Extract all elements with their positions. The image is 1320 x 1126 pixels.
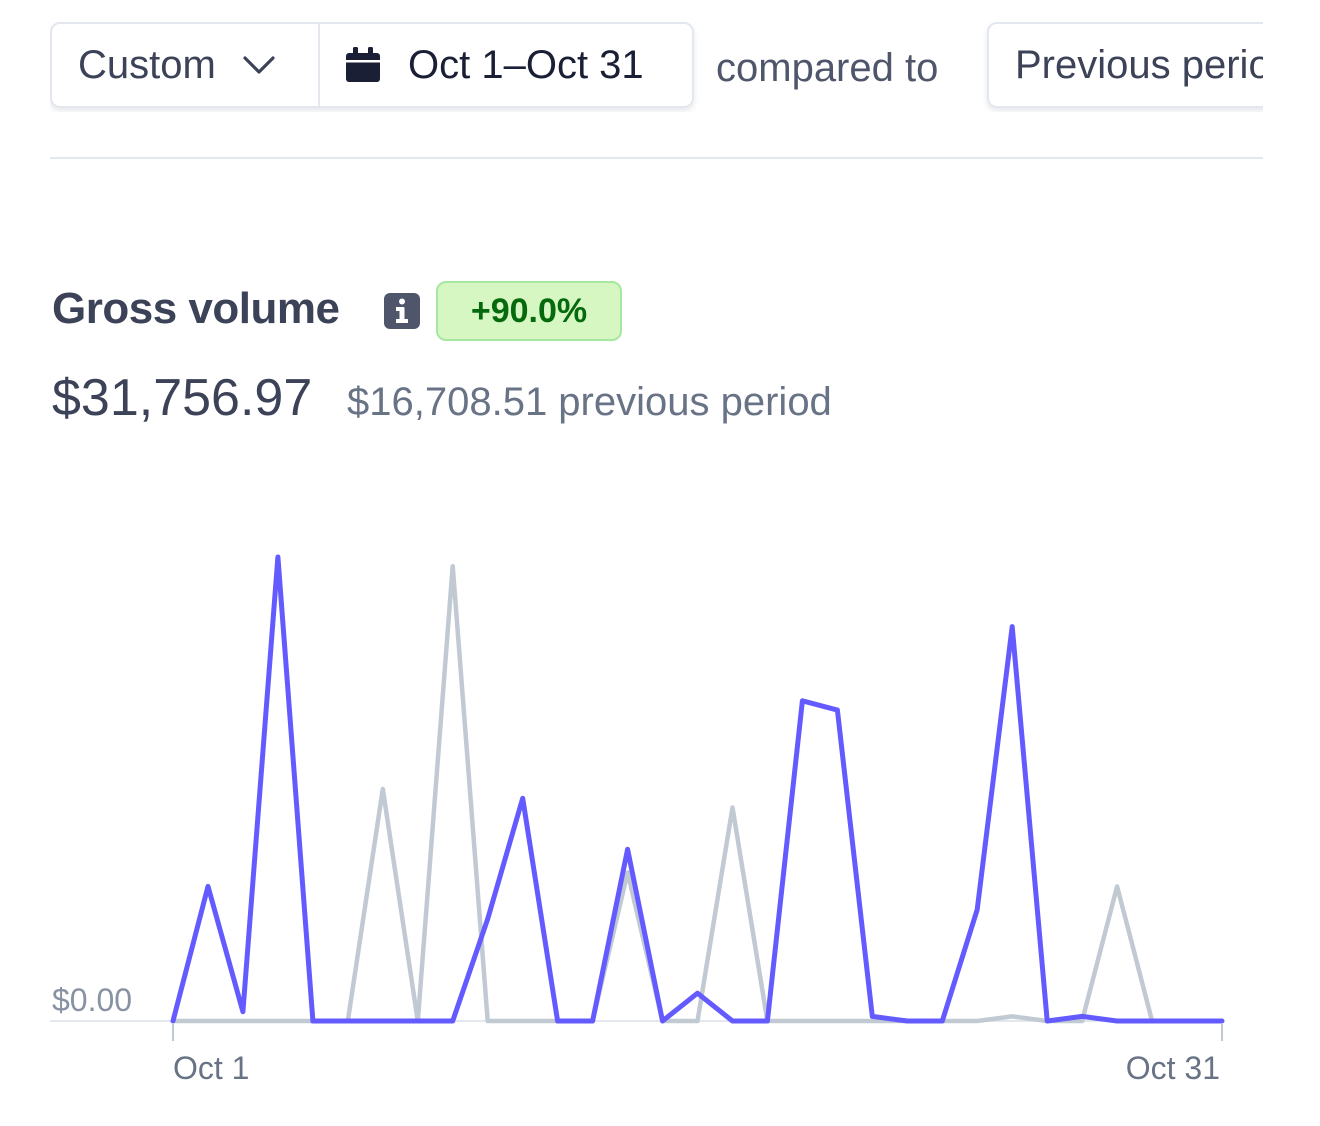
range-preset-label: Custom	[78, 42, 216, 87]
range-preset-dropdown[interactable]: Custom	[52, 24, 320, 106]
metric-title: Gross volume	[52, 284, 340, 333]
calendar-icon	[344, 47, 382, 83]
section-divider	[50, 157, 1263, 159]
date-range-control: Custom Oct 1–Oct 31	[50, 22, 694, 108]
compared-to-label: compared to	[716, 46, 939, 90]
x-tick-label: Oct 31	[1126, 1050, 1220, 1086]
change-badge: +90.0%	[436, 281, 622, 341]
chart-canvas: $0.00 Oct 1 Oct 31	[50, 554, 1225, 1086]
date-range-button[interactable]: Oct 1–Oct 31	[320, 24, 692, 106]
previous-period-series-line	[170, 564, 1225, 1024]
current-period-series-line	[170, 554, 1225, 1024]
comparison-period-dropdown[interactable]: Previous period	[987, 22, 1263, 108]
comparison-period-label: Previous period	[1015, 42, 1263, 87]
date-filter-toolbar: Custom Oct 1–Oct 31 compared to Previous…	[50, 22, 1263, 112]
x-tick-label: Oct 1	[173, 1050, 249, 1086]
info-icon[interactable]	[384, 293, 420, 329]
gross-volume-chart: $0.00 Oct 1 Oct 31	[0, 470, 1300, 1110]
chevron-down-icon	[242, 54, 276, 76]
date-range-label: Oct 1–Oct 31	[408, 42, 644, 87]
metric-value: $31,756.97	[52, 369, 313, 427]
previous-period-value: $16,708.51 previous period	[347, 380, 832, 424]
y-tick-label: $0.00	[52, 982, 132, 1018]
